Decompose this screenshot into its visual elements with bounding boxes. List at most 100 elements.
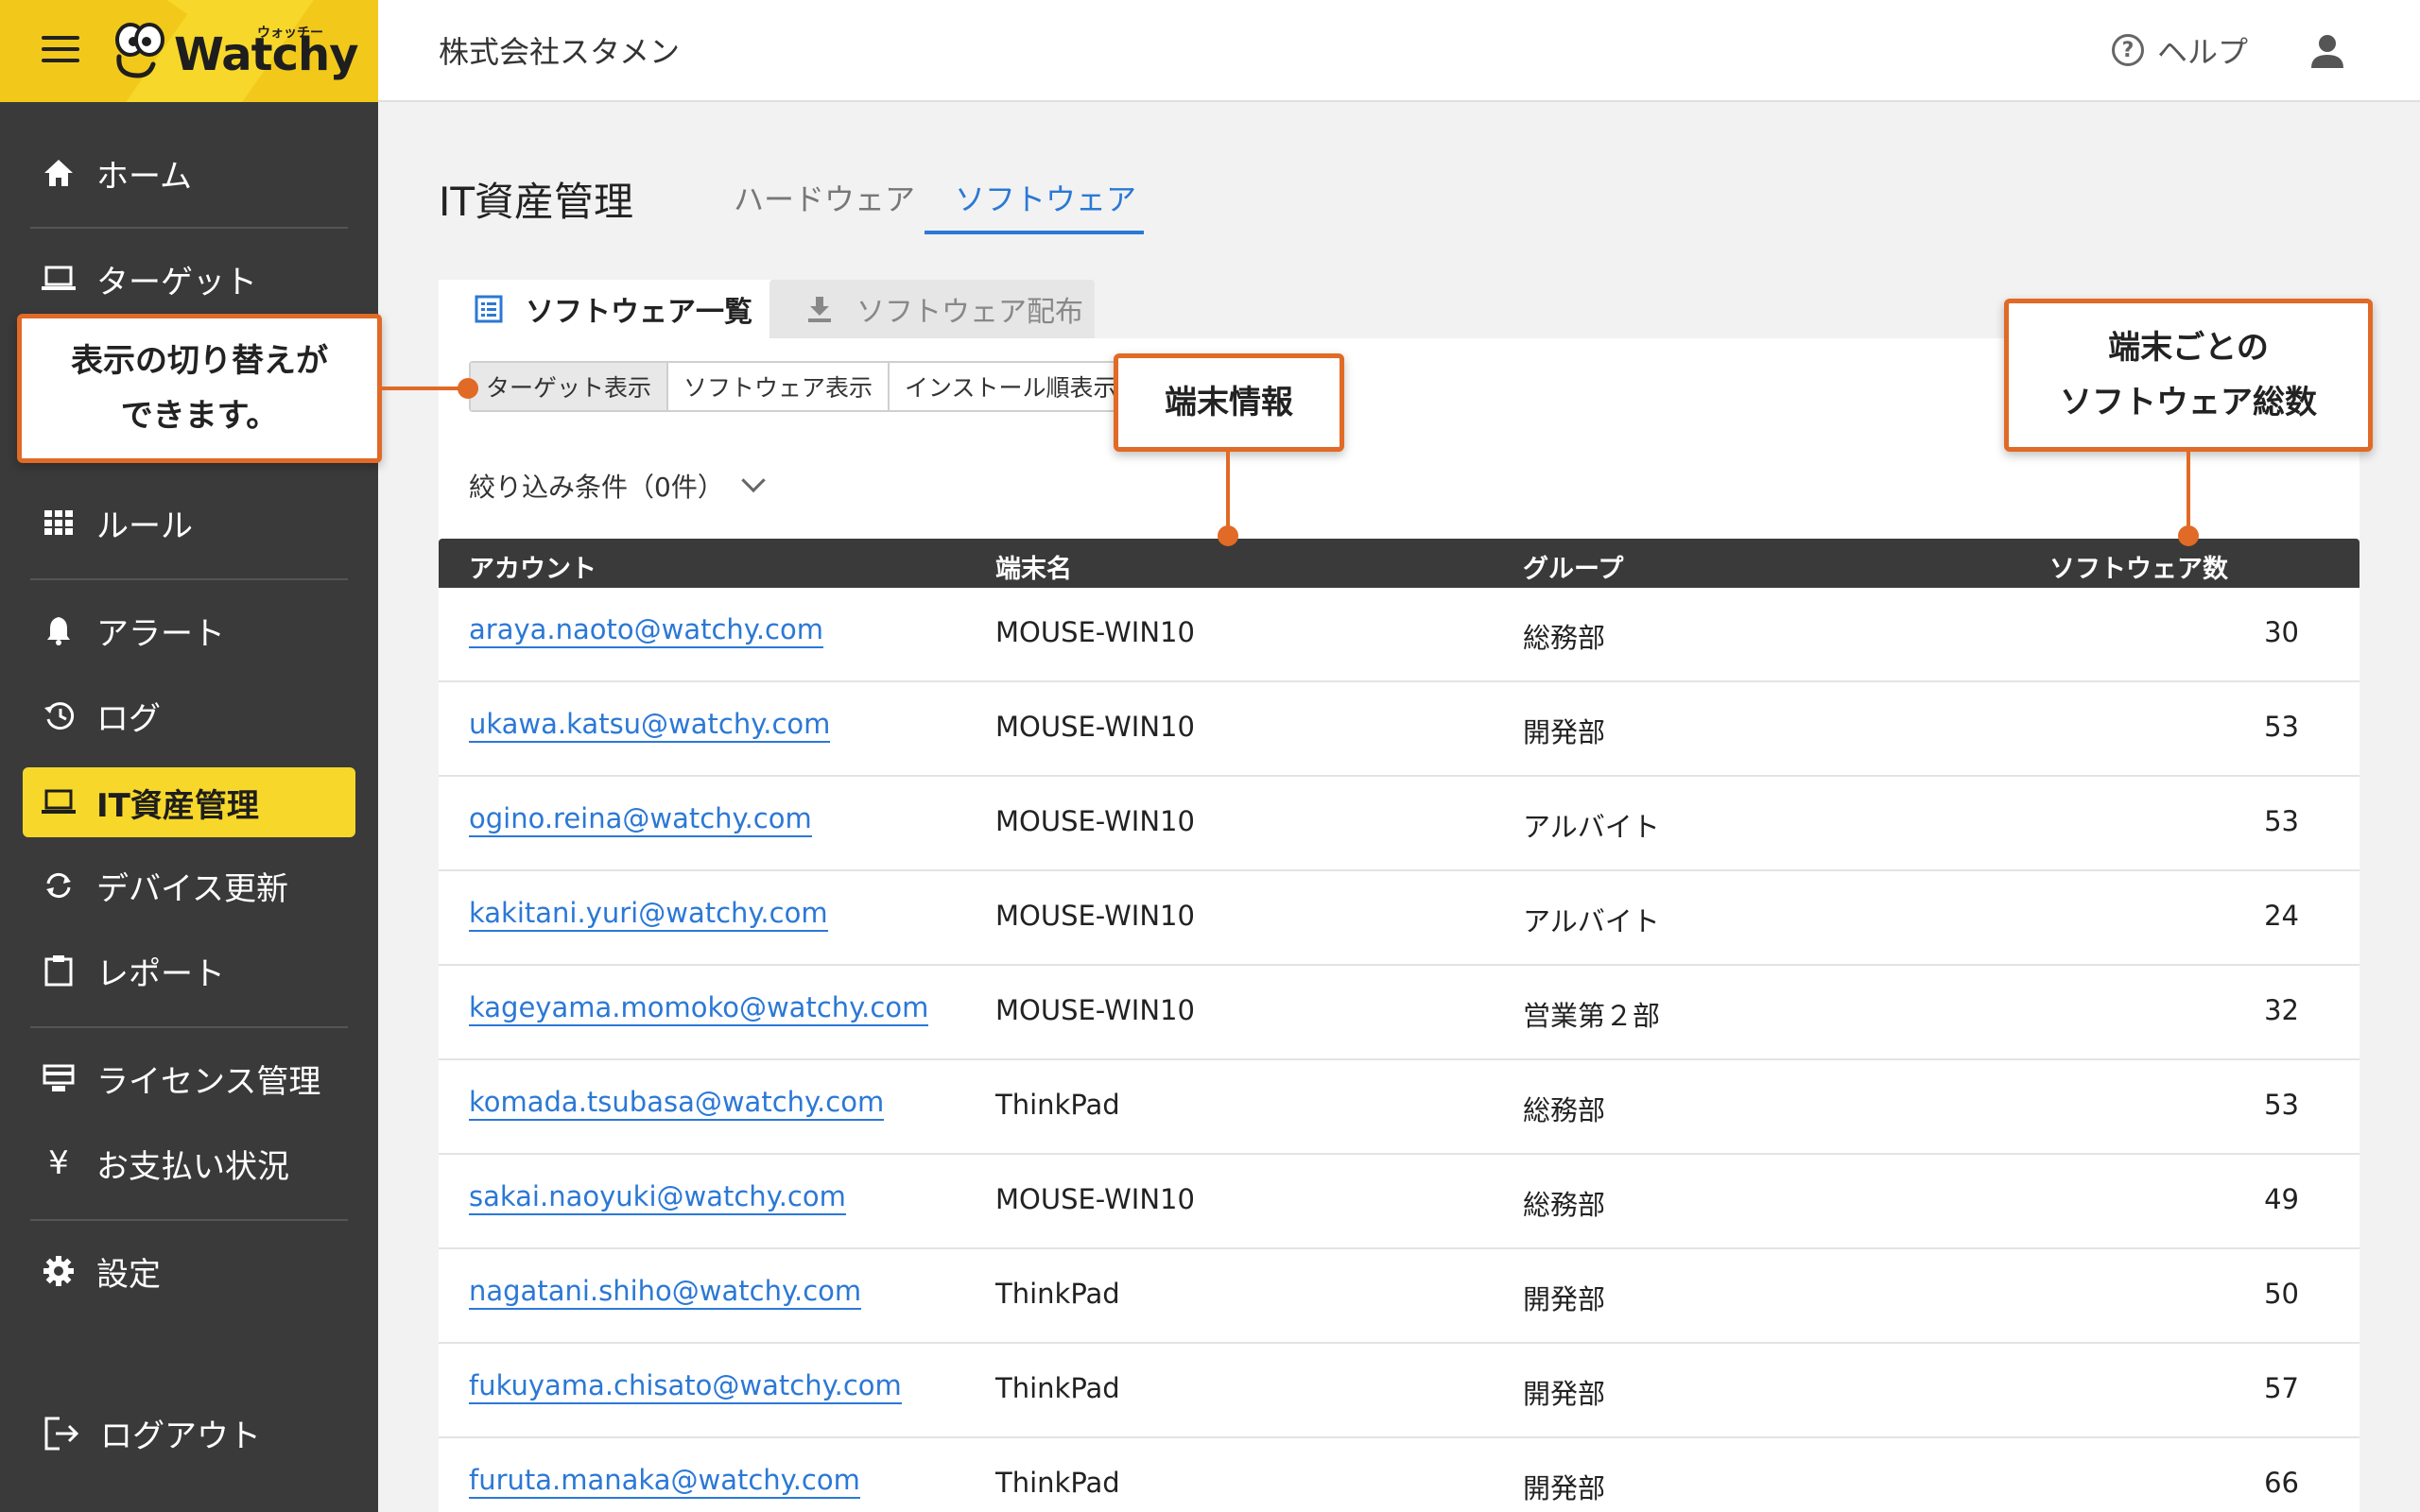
logout-button[interactable]: ログアウト <box>38 1410 261 1456</box>
table-row[interactable]: nagatani.shiho@watchy.com ThinkPad 開発部 50 <box>439 1249 2360 1344</box>
group-name: 総務部 <box>1523 1094 1606 1126</box>
account-link[interactable]: ukawa.katsu@watchy.com <box>469 707 831 743</box>
view-toggle-target[interactable]: ターゲット表示 <box>471 363 669 410</box>
table-row[interactable]: kageyama.momoko@watchy.com MOUSE-WIN10 営業第… <box>439 966 2360 1060</box>
software-count: 49 <box>2264 1183 2299 1215</box>
gear-icon <box>34 1252 83 1290</box>
subtab-software-distribution[interactable]: ソフトウェア配布 <box>769 280 1095 338</box>
software-count: 53 <box>2264 1089 2299 1121</box>
help-button[interactable]: ? ヘルプ <box>2111 28 2248 72</box>
nav-divider <box>30 578 348 580</box>
account-link[interactable]: kakitani.yuri@watchy.com <box>469 896 828 932</box>
sidebar-item-label: デバイス更新 <box>96 869 288 908</box>
bell-icon <box>34 611 83 649</box>
account-link[interactable]: kageyama.momoko@watchy.com <box>469 990 929 1026</box>
subtab-label: ソフトウェア配布 <box>856 296 1083 329</box>
device-name: MOUSE-WIN10 <box>995 994 1195 1026</box>
device-name: MOUSE-WIN10 <box>995 900 1195 932</box>
callout-view-toggle: 表示の切り替えが できます。 <box>17 314 382 463</box>
callout-text: 表示の切り替えが <box>71 342 328 380</box>
column-header-device[interactable]: 端末名 <box>995 548 1072 585</box>
sidebar-item-it-asset[interactable]: IT資産管理 <box>23 767 355 837</box>
sidebar-item-alert[interactable]: アラート <box>23 595 355 665</box>
filter-toggle[interactable]: 絞り込み条件（0件） <box>469 467 766 505</box>
sidebar-item-log[interactable]: ログ <box>23 680 355 750</box>
callout-dot <box>2178 525 2199 546</box>
table-row[interactable]: fukuyama.chisato@watchy.com ThinkPad 開発部 57 <box>439 1344 2360 1438</box>
account-link[interactable]: araya.naoto@watchy.com <box>469 612 823 648</box>
callout-software-count: 端末ごとの ソフトウェア総数 <box>2004 299 2373 452</box>
account-link[interactable]: fukuyama.chisato@watchy.com <box>469 1368 902 1404</box>
tab-software[interactable]: ソフトウェア <box>955 176 1136 219</box>
device-name: ThinkPad <box>995 1278 1120 1310</box>
table-row[interactable]: komada.tsubasa@watchy.com ThinkPad 総務部 53 <box>439 1060 2360 1155</box>
column-header-account[interactable]: アカウント <box>469 548 596 585</box>
license-icon <box>34 1059 83 1097</box>
table-row[interactable]: ukawa.katsu@watchy.com MOUSE-WIN10 開発部 53 <box>439 682 2360 777</box>
nav-divider <box>30 227 348 229</box>
subtab-label: ソフトウェア一覧 <box>526 296 752 329</box>
software-count: 66 <box>2264 1467 2299 1499</box>
device-name: MOUSE-WIN10 <box>995 1183 1195 1215</box>
laptop-icon <box>34 783 83 821</box>
account-link[interactable]: nagatani.shiho@watchy.com <box>469 1274 862 1310</box>
view-toggle-install-order[interactable]: インストール順表示 <box>890 363 1132 410</box>
software-count: 32 <box>2264 994 2299 1026</box>
sidebar-item-label: ログ <box>96 699 161 738</box>
sidebar-item-payment[interactable]: ¥ お支払い状況 <box>23 1128 355 1198</box>
table-row[interactable]: furuta.manaka@watchy.com ThinkPad 開発部 66 <box>439 1438 2360 1512</box>
sidebar-item-settings[interactable]: 設定 <box>23 1236 355 1306</box>
sync-icon <box>34 867 83 904</box>
group-name: 総務部 <box>1523 622 1606 654</box>
help-label: ヘルプ <box>2156 34 2248 70</box>
hamburger-menu-icon[interactable] <box>42 36 79 66</box>
sidebar-item-label: ライセンス管理 <box>96 1062 321 1101</box>
table-row[interactable]: kakitani.yuri@watchy.com MOUSE-WIN10 アルバイト… <box>439 871 2360 966</box>
chevron-down-icon <box>741 468 766 493</box>
table-row[interactable]: araya.naoto@watchy.com MOUSE-WIN10 総務部 30 <box>439 588 2360 682</box>
sidebar-item-report[interactable]: レポート <box>23 936 355 1005</box>
nav-divider <box>30 1219 348 1221</box>
watchy-logo-icon <box>115 23 164 78</box>
sidebar-item-label: ルール <box>96 507 193 545</box>
logo-bar: Watchy ウォッチー <box>0 0 378 102</box>
sidebar-item-label: ホーム <box>96 157 192 196</box>
sidebar-item-label: お支払い状況 <box>96 1147 289 1186</box>
account-link[interactable]: sakai.naoyuki@watchy.com <box>469 1179 846 1215</box>
top-header: 株式会社スタメン ? ヘルプ <box>378 0 2420 102</box>
sidebar-item-device-update[interactable]: デバイス更新 <box>23 850 355 920</box>
table-row[interactable]: sakai.naoyuki@watchy.com MOUSE-WIN10 総務部 49 <box>439 1155 2360 1249</box>
group-name: 開発部 <box>1523 1472 1606 1504</box>
callout-dot <box>458 378 478 399</box>
logout-icon <box>38 1413 87 1454</box>
subtab-software-list[interactable]: ソフトウェア一覧 <box>439 280 771 338</box>
callout-text: 端末情報 <box>1165 384 1293 421</box>
company-name: 株式会社スタメン <box>439 34 681 70</box>
sidebar-item-label: IT資産管理 <box>96 786 259 825</box>
logout-label: ログアウト <box>100 1418 261 1455</box>
account-link[interactable]: komada.tsubasa@watchy.com <box>469 1085 885 1121</box>
sidebar-item-home[interactable]: ホーム <box>23 138 355 208</box>
callout-text: できます。 <box>120 397 279 435</box>
account-link[interactable]: ogino.reina@watchy.com <box>469 801 812 837</box>
device-name: MOUSE-WIN10 <box>995 805 1195 837</box>
view-toggle-software[interactable]: ソフトウェア表示 <box>668 363 890 410</box>
download-icon <box>804 293 836 325</box>
group-name: 開発部 <box>1523 1378 1606 1410</box>
sidebar-item-target[interactable]: ターゲット <box>23 244 355 314</box>
software-count: 53 <box>2264 805 2299 837</box>
sidebar-item-license[interactable]: ライセンス管理 <box>23 1043 355 1113</box>
yen-icon: ¥ <box>48 1144 69 1182</box>
tab-hardware[interactable]: ハードウェア <box>734 176 915 219</box>
group-name: 総務部 <box>1523 1189 1606 1221</box>
account-link[interactable]: furuta.manaka@watchy.com <box>469 1463 860 1499</box>
sidebar: Watchy ウォッチー ホーム ターゲット ルール アラート ログ IT資産管… <box>0 0 378 1512</box>
callout-connector <box>382 387 467 390</box>
group-name: アルバイト <box>1523 811 1660 843</box>
column-header-software-count[interactable]: ソフトウェア数 <box>2049 548 2228 585</box>
user-icon[interactable] <box>2308 32 2346 70</box>
table-row[interactable]: ogino.reina@watchy.com MOUSE-WIN10 アルバイト 53 <box>439 777 2360 871</box>
sidebar-item-rules[interactable]: ルール <box>23 488 355 558</box>
software-count: 50 <box>2264 1278 2299 1310</box>
column-header-group[interactable]: グループ <box>1523 548 1623 585</box>
